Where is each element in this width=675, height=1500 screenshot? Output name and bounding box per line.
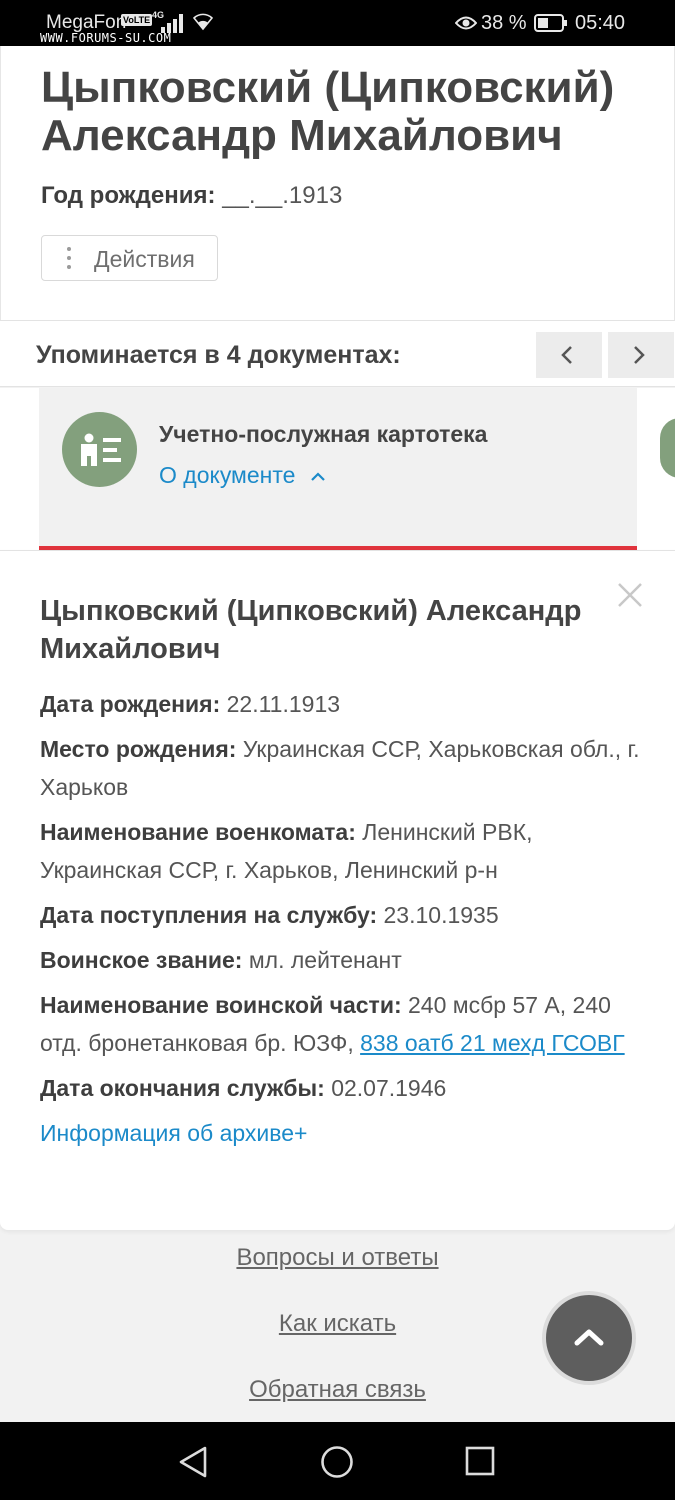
field-label: Дата окончания службы: xyxy=(40,1075,325,1101)
birth-year-label: Год рождения: xyxy=(41,182,216,209)
field-value: 23.10.1935 xyxy=(383,902,499,928)
field-rank: Воинское звание: мл. лейтенант xyxy=(40,941,640,979)
status-bar: MegaFon VoLTE 4G WWW.FORUMS-SU.COM 38 % … xyxy=(0,0,675,46)
system-navigation-bar xyxy=(0,1422,675,1500)
field-birth-date: Дата рождения: 22.11.1913 xyxy=(40,685,640,723)
field-label: Место рождения: xyxy=(40,736,237,762)
person-name-title: Цыпковский (Ципковский) Александр Михайл… xyxy=(41,63,615,160)
document-carousel: Учетно-послужная картотека О документе xyxy=(0,388,675,550)
watermark: WWW.FORUMS-SU.COM xyxy=(40,31,172,45)
document-tile[interactable]: Учетно-послужная картотека О документе xyxy=(39,388,637,550)
faq-link[interactable]: Вопросы и ответы xyxy=(0,1244,675,1272)
clock: 05:40 xyxy=(575,12,626,34)
document-type-icon xyxy=(62,412,137,487)
about-document-label: О документе xyxy=(159,462,296,488)
about-document-link[interactable]: О документе xyxy=(159,462,326,489)
signal-icon xyxy=(161,14,183,33)
battery-percent: 38 % xyxy=(481,12,527,34)
chevron-left-icon xyxy=(561,346,572,364)
actions-button[interactable]: Действия xyxy=(41,235,218,281)
wifi-icon xyxy=(193,13,213,31)
back-icon[interactable] xyxy=(177,1445,209,1479)
chevron-up-icon xyxy=(574,1329,604,1346)
field-label: Наименование военкомата: xyxy=(40,819,356,845)
document-type-title: Учетно-послужная картотека xyxy=(159,421,488,447)
birth-year-value: __.__.1913 xyxy=(222,182,343,209)
details-field-list: Дата рождения: 22.11.1913 Место рождения… xyxy=(40,685,640,1152)
details-title: Цыпковский (Ципковский) Александр Михайл… xyxy=(40,595,582,665)
field-service-end: Дата окончания службы: 02.07.1946 xyxy=(40,1069,640,1107)
field-value: мл. лейтенант xyxy=(248,947,402,973)
field-military-office: Наименование военкомата: Ленинский РВК, … xyxy=(40,813,640,889)
mentions-bar: Упоминается в 4 документах: xyxy=(0,320,675,387)
close-icon[interactable] xyxy=(616,581,644,609)
volte-badge: VoLTE xyxy=(121,14,153,26)
chevron-up-icon xyxy=(311,472,325,481)
scroll-to-top-button[interactable] xyxy=(542,1291,636,1385)
archive-info-link[interactable]: Информация об архиве+ xyxy=(40,1114,640,1152)
field-value: 02.07.1946 xyxy=(331,1075,447,1101)
field-military-unit: Наименование воинской части: 240 мсбр 57… xyxy=(40,986,640,1062)
field-label: Дата рождения: xyxy=(40,691,221,717)
next-document-button[interactable] xyxy=(608,332,674,378)
eye-comfort-icon xyxy=(455,16,477,30)
battery-icon xyxy=(534,14,567,32)
birth-year: Год рождения: __.__.1913 xyxy=(41,182,342,210)
actions-label: Действия xyxy=(94,246,195,272)
card-file-icon xyxy=(81,433,121,466)
military-unit-link[interactable]: 838 оатб 21 мехд ГСОВГ xyxy=(360,1030,625,1056)
document-details-card: Цыпковский (Ципковский) Александр Михайл… xyxy=(0,550,675,1230)
field-label: Дата поступления на службу: xyxy=(40,902,378,928)
field-label: Воинское звание: xyxy=(40,947,243,973)
person-header-card: Цыпковский (Ципковский) Александр Михайл… xyxy=(0,46,675,320)
next-document-tile-peek[interactable] xyxy=(660,418,675,478)
recents-icon[interactable] xyxy=(465,1445,495,1477)
field-value: 22.11.1913 xyxy=(226,691,341,717)
mentions-count-label: Упоминается в 4 документах: xyxy=(36,341,401,369)
field-birth-place: Место рождения: Украинская ССР, Харьковс… xyxy=(40,730,640,806)
home-icon[interactable] xyxy=(320,1445,354,1479)
field-service-start: Дата поступления на службу: 23.10.1935 xyxy=(40,896,640,934)
chevron-right-icon xyxy=(634,346,645,364)
more-vertical-icon xyxy=(66,247,72,269)
field-label: Наименование воинской части: xyxy=(40,992,402,1018)
previous-document-button[interactable] xyxy=(536,332,602,378)
